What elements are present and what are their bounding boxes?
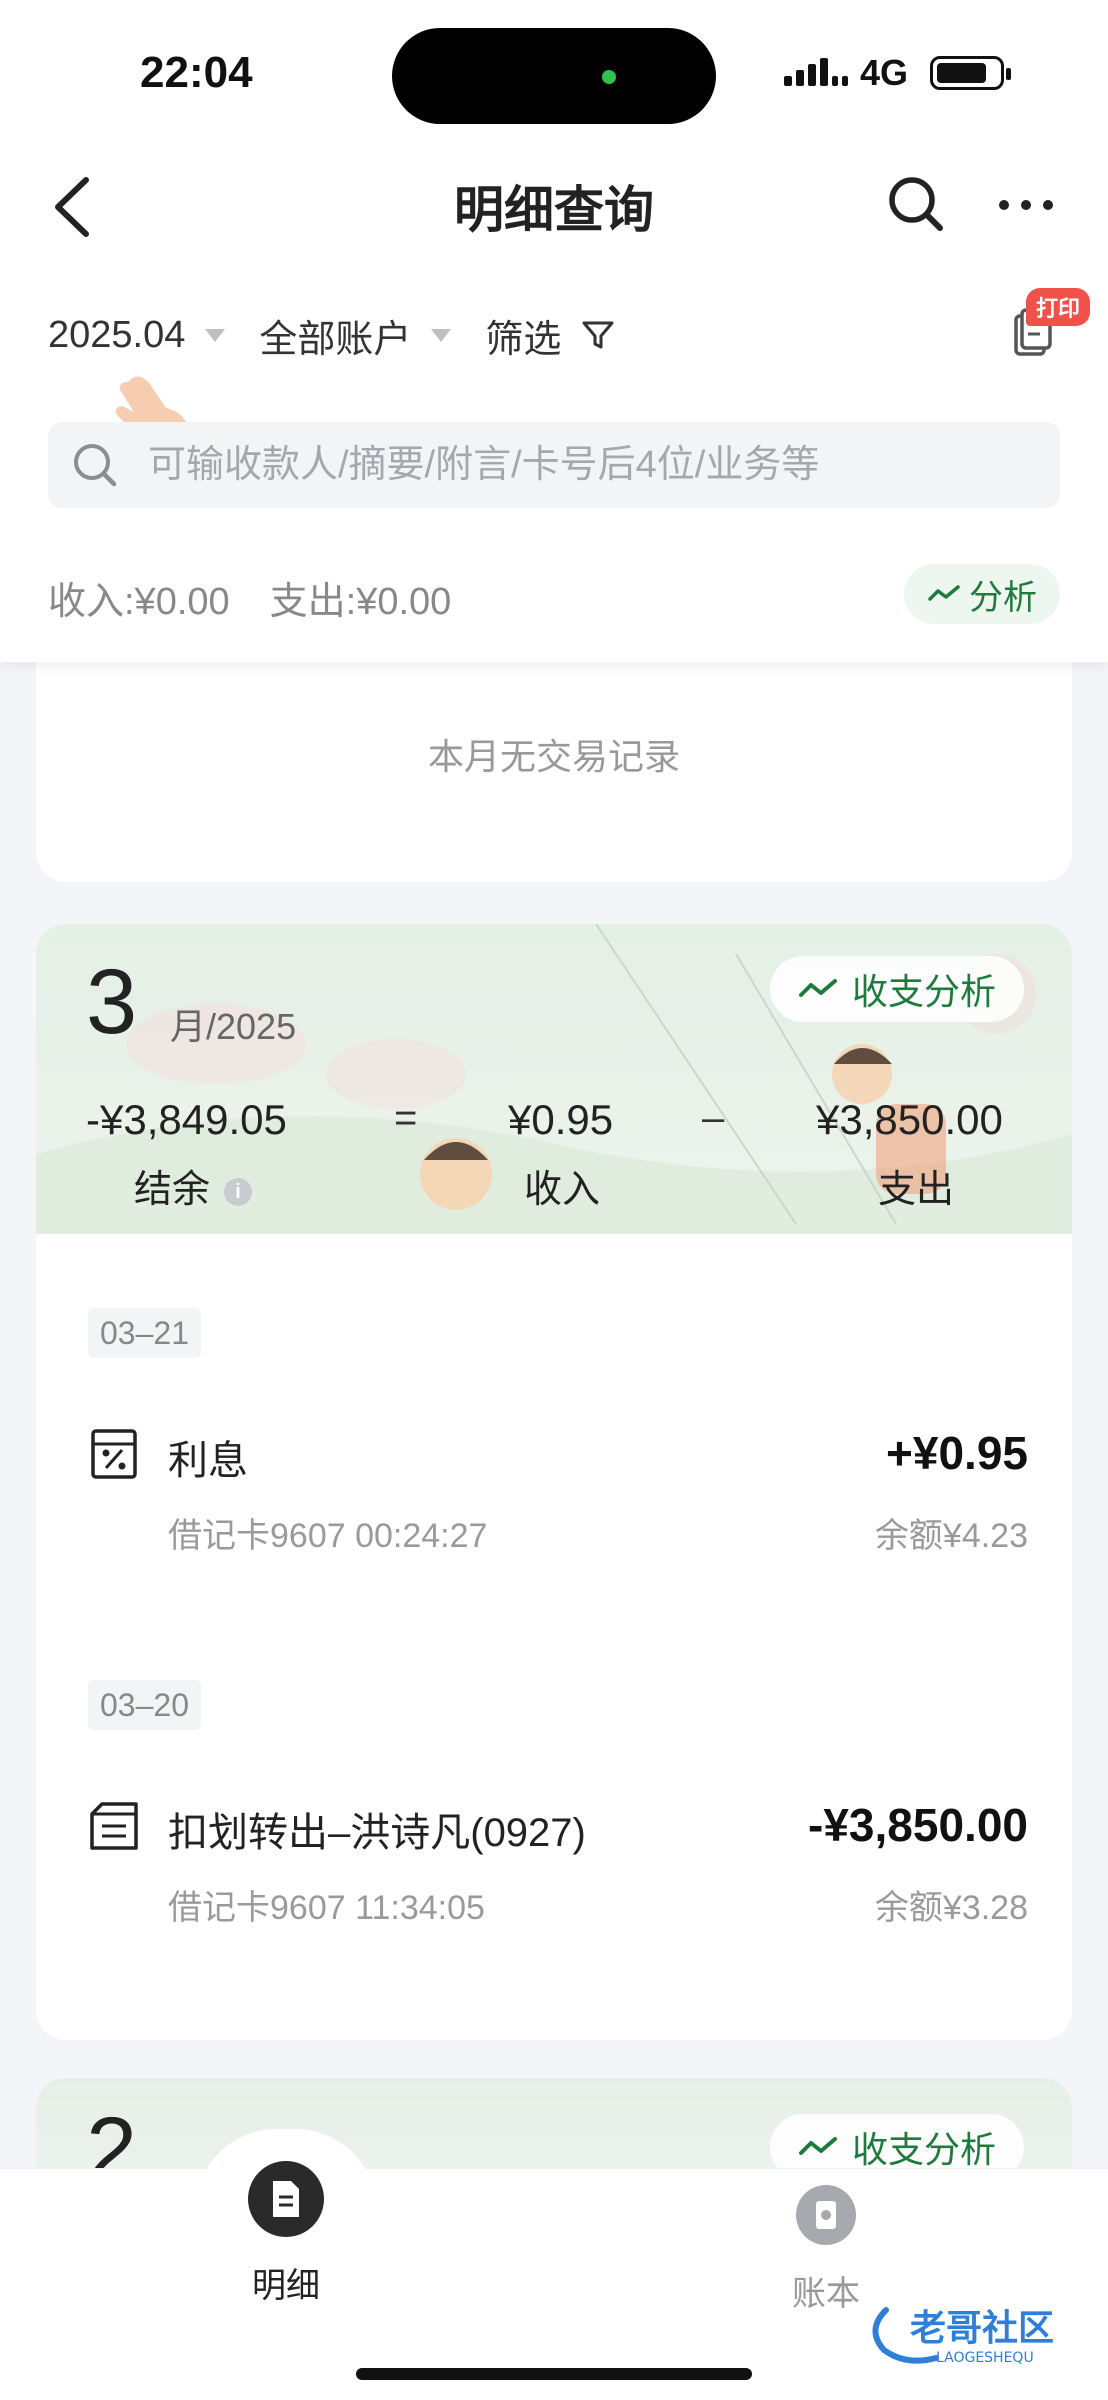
month-header: 3 月/2025 收支分析 -¥3,849.05 = ¥0.95 – ¥3,85… [36,924,1072,1234]
transaction-balance: 余额¥4.23 [874,1517,1028,1555]
search-icon[interactable] [884,172,948,236]
balance-label-group: 结余 i [134,1158,253,1213]
trend-icon [798,2137,837,2155]
transaction-row[interactable]: 利息 借记卡9607 00:24:27 +¥0.95 余额¥4.23 [88,1427,1028,1578]
funnel-icon [582,321,614,349]
details-icon [248,2161,324,2237]
filter-button[interactable]: 筛选 [485,308,615,363]
date-filter[interactable]: 2025.04 [48,313,226,357]
account-filter-label: 全部账户 [259,318,412,361]
transaction-balance: 余额¥3.28 [874,1889,1028,1927]
period-summary: 收入:¥0.00 支出:¥0.00 [48,570,451,625]
analysis-label: 收支分析 [851,2129,996,2170]
empty-message: 本月无交易记录 [427,736,680,777]
transaction-amount: -¥3,850.00 [808,1799,1028,1851]
transaction-meta: 借记卡9607 00:24:27 [168,1517,488,1555]
income-summary: 收入:¥0.00 [48,581,230,623]
equals-sign: = [394,1096,418,1140]
ledger-icon [796,2185,856,2245]
svg-text:老哥社区: 老哥社区 [910,2308,1054,2349]
analysis-label: 收支分析 [851,971,996,1012]
interest-icon [91,1429,137,1479]
account-filter[interactable]: 全部账户 [259,308,452,363]
analysis-label: 分析 [969,578,1037,617]
print-badge: 打印 [1026,288,1091,326]
date-chip: 03–20 [88,1680,201,1730]
signal-icon [784,58,848,86]
income-label: 收入 [524,1169,601,1211]
date-filter-label: 2025.04 [48,313,186,356]
dropdown-icon [431,328,452,342]
balance-label: 结余 [134,1169,211,1211]
search-box[interactable] [48,422,1060,508]
transaction-amount: +¥0.95 [886,1427,1028,1479]
income-expense-analysis-button[interactable]: 收支分析 [770,956,1024,1022]
dropdown-icon [205,328,226,342]
analysis-button[interactable]: 分析 [904,564,1060,624]
expense-value: ¥3,850.00 [816,1096,1003,1143]
more-icon[interactable] [996,190,1056,220]
filter-label: 筛选 [485,318,562,361]
date-chip: 03–21 [88,1308,201,1358]
filter-bar: 2025.04 全部账户 筛选 [48,305,649,365]
svg-text:LAOGESHEQU: LAOGESHEQU [936,2350,1034,2366]
transfer-icon [90,1802,138,1850]
battery-icon [930,56,1011,90]
month-number: 3 [86,951,138,1053]
balance-value: -¥3,849.05 [86,1096,287,1143]
status-time: 22:04 [140,48,253,97]
empty-month-card: 本月无交易记录 [36,646,1072,882]
tab-label: 明细 [252,2267,320,2305]
tab-ledger[interactable]: 账本 [726,2183,926,2315]
network-type: 4G [860,52,909,93]
trend-icon [928,585,960,601]
status-bar: 22:04 4G [0,0,1108,150]
search-icon [74,444,117,487]
info-icon[interactable]: i [224,1177,253,1206]
income-value: ¥0.95 [508,1096,614,1143]
watermark-logo: 老哥社区 LAOGESHEQU [872,2307,1054,2366]
transaction-name: 扣划转出–洪诗凡(0927) [168,1811,586,1855]
camera-indicator-icon [602,70,616,84]
transaction-row[interactable]: 扣划转出–洪诗凡(0927) 借记卡9607 11:34:05 -¥3,850.… [88,1799,1028,1950]
expense-summary: 支出:¥0.00 [269,581,452,623]
expense-label: 支出 [878,1169,955,1211]
month-card: 3 月/2025 收支分析 -¥3,849.05 = ¥0.95 – ¥3,85… [36,924,1072,2040]
home-indicator [356,2368,752,2380]
minus-sign: – [702,1096,725,1140]
dynamic-island [392,28,716,124]
transaction-list: 03–21 利息 借记卡9607 00:24:27 +¥0.95 余额¥4.23… [36,1234,1072,2040]
month-year: 月/2025 [170,1006,297,1047]
transaction-meta: 借记卡9607 11:34:05 [168,1889,485,1927]
search-input[interactable] [148,422,1038,508]
transaction-name: 利息 [168,1439,248,1483]
trend-icon [798,979,837,997]
tab-details[interactable]: 明细 [186,2159,386,2307]
header-panel: 明细查询 2025.04 全部账户 筛选 打印 可输收款人/摘要/附言/卡号后4… [0,150,1108,662]
